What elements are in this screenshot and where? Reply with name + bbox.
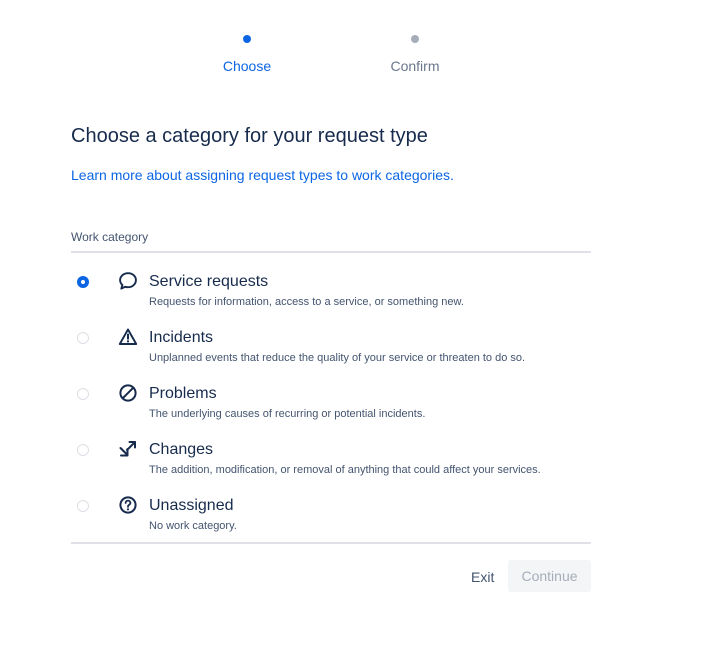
warning-triangle-icon (118, 327, 138, 347)
incidents-radio[interactable] (77, 332, 89, 344)
option-problems[interactable]: Problems The underlying causes of recurr… (71, 374, 591, 430)
step-choose: Choose (187, 31, 307, 74)
option-title: Service requests (149, 273, 269, 290)
step-confirm-dot (411, 35, 419, 43)
swap-arrows-icon (118, 439, 138, 459)
option-title: Changes (149, 441, 214, 458)
changes-radio[interactable] (77, 444, 89, 456)
option-description: The addition, modification, or removal o… (149, 464, 541, 476)
option-description: Requests for information, access to a se… (149, 296, 464, 308)
prohibited-icon (118, 383, 138, 403)
option-title: Incidents (149, 329, 214, 346)
option-description: Unplanned events that reduce the quality… (149, 352, 526, 364)
option-description: No work category. (149, 520, 237, 532)
option-unassigned[interactable]: Unassigned No work category. (71, 486, 591, 542)
option-incidents[interactable]: Incidents Unplanned events that reduce t… (71, 318, 591, 374)
step-confirm-label: Confirm (390, 58, 440, 74)
section-divider-top (71, 251, 591, 253)
learn-more-link[interactable]: Learn more about assigning request types… (71, 166, 454, 184)
page-title: Choose a category for your request type (71, 125, 428, 147)
continue-button[interactable]: Continue (508, 560, 591, 592)
work-category-radio-group: Service requests Requests for informatio… (71, 262, 591, 542)
problems-radio[interactable] (77, 388, 89, 400)
unassigned-radio[interactable] (77, 500, 89, 512)
speech-bubble-icon (118, 271, 138, 291)
question-circle-icon (118, 495, 138, 515)
option-changes[interactable]: Changes The addition, modification, or r… (71, 430, 591, 486)
step-choose-label: Choose (222, 58, 272, 74)
option-title: Problems (149, 385, 217, 402)
exit-button[interactable]: Exit (460, 561, 505, 592)
option-service-requests[interactable]: Service requests Requests for informatio… (71, 262, 591, 318)
progress-stepper: Choose Confirm (0, 31, 707, 81)
section-divider-bottom (71, 542, 591, 544)
service-requests-radio[interactable] (77, 276, 89, 288)
option-description: The underlying causes of recurring or po… (149, 408, 426, 420)
work-category-label: Work category (71, 230, 149, 244)
option-title: Unassigned (149, 497, 234, 514)
step-confirm: Confirm (355, 31, 475, 74)
step-choose-dot (243, 35, 251, 43)
